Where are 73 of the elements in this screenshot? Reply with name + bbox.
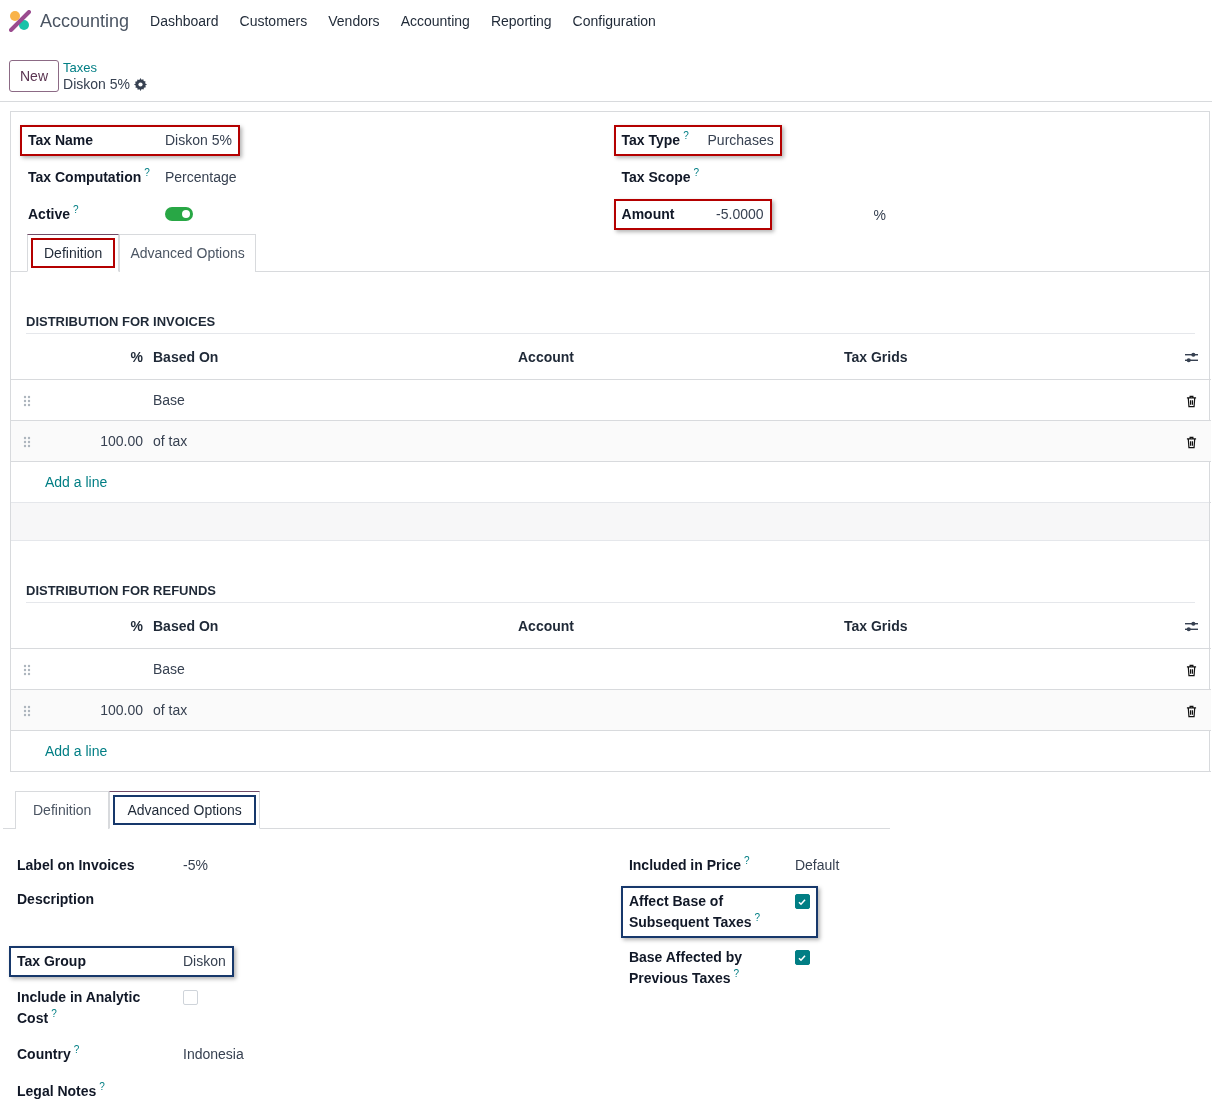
column-header[interactable]: Account	[518, 617, 574, 634]
drag-handle-icon[interactable]	[23, 664, 31, 677]
sliders-icon[interactable]	[1183, 351, 1199, 365]
field-value[interactable]: Default	[794, 855, 840, 876]
settings-icon[interactable]	[133, 78, 147, 91]
section-title: DISTRIBUTION FOR INVOICES	[26, 314, 1195, 334]
field-value[interactable]: Indonesia	[183, 1044, 244, 1065]
checkbox[interactable]	[794, 894, 810, 909]
field-label: Included in Price $^{?}$	[628, 855, 751, 875]
field-label: Legal Notes $^{?}$	[17, 1081, 106, 1101]
trash-icon[interactable]	[1185, 435, 1197, 449]
trash-icon[interactable]	[1185, 394, 1197, 408]
column-header[interactable]: Based On	[153, 348, 219, 365]
menu-item[interactable]: Configuration	[572, 13, 656, 29]
field-label: Tax Computation $^{?}$	[28, 167, 151, 187]
field-label: Include in Analytic Cost $^{?}$	[17, 988, 142, 1028]
trash-icon[interactable]	[1185, 663, 1197, 677]
drag-handle-icon[interactable]	[23, 705, 31, 718]
check-icon	[797, 952, 808, 963]
field-label: Description	[17, 890, 95, 909]
table-cell: of tax	[153, 702, 188, 718]
column-header[interactable]: Account	[518, 348, 574, 365]
tab[interactable]: Advanced Options	[119, 234, 256, 272]
table-cell: Base	[153, 661, 185, 677]
add-line-link[interactable]: Add a line	[45, 474, 108, 490]
field-label: Active $^{?}$	[28, 204, 80, 224]
field-value[interactable]: Purchases	[707, 130, 774, 151]
record-name: Diskon 5%	[63, 76, 130, 93]
field-label: Label on Invoices	[17, 856, 136, 875]
breadcrumb-link[interactable]: Taxes	[63, 59, 147, 76]
menu-item[interactable]: Vendors	[328, 13, 380, 29]
table-cell: 100.00	[100, 433, 143, 449]
unit-label: %	[873, 206, 886, 223]
table-cell: Base	[153, 392, 185, 408]
field-value[interactable]: Diskon 5%	[165, 130, 232, 151]
menu-item[interactable]: Accounting	[400, 13, 470, 29]
amount-field[interactable]: -5.0000	[707, 204, 764, 225]
field-label: Tax Type $^{?}$	[621, 130, 690, 150]
drag-handle-icon[interactable]	[23, 436, 31, 449]
field-label: Tax Group	[17, 952, 87, 971]
trash-icon[interactable]	[1185, 704, 1197, 718]
section-title: DISTRIBUTION FOR REFUNDS	[26, 583, 1195, 603]
menu-item[interactable]: Dashboard	[150, 13, 219, 29]
field-label: Country $^{?}$	[17, 1044, 81, 1064]
check-icon	[797, 896, 808, 907]
table-cell: of tax	[153, 433, 188, 449]
field-label: Tax Name	[28, 131, 95, 150]
field-label: Amount	[621, 205, 676, 224]
column-header[interactable]: Tax Grids	[844, 617, 908, 634]
toggle-switch[interactable]	[165, 207, 193, 221]
new-button[interactable]: New	[9, 60, 59, 92]
app-name[interactable]: Accounting	[40, 10, 130, 32]
column-header[interactable]: Tax Grids	[844, 348, 908, 365]
tab[interactable]: Definition	[27, 234, 120, 272]
field-label: Tax Scope $^{?}$	[621, 167, 701, 187]
field-value[interactable]: -5%	[183, 855, 208, 876]
menu-item[interactable]: Customers	[239, 13, 308, 29]
table-cell: 100.00	[100, 702, 143, 718]
checkbox[interactable]	[794, 950, 810, 965]
column-header[interactable]: Based On	[153, 617, 219, 634]
menu-item[interactable]: Reporting	[490, 13, 552, 29]
field-label: Affect Base of Subsequent Taxes $^{?}$	[628, 892, 762, 932]
app-logo-icon[interactable]	[9, 10, 31, 32]
field-label: Base Affected by Previous Taxes $^{?}$	[628, 948, 743, 988]
column-header[interactable]: %	[130, 617, 143, 634]
drag-handle-icon[interactable]	[23, 395, 31, 408]
tab[interactable]: Definition	[15, 791, 110, 829]
field-value[interactable]: Percentage	[165, 167, 237, 188]
field-value[interactable]: Diskon	[183, 951, 226, 972]
add-line-link[interactable]: Add a line	[45, 743, 108, 759]
sliders-icon[interactable]	[1183, 620, 1199, 634]
tab[interactable]: Advanced Options	[109, 791, 260, 829]
column-header[interactable]: %	[130, 348, 143, 365]
